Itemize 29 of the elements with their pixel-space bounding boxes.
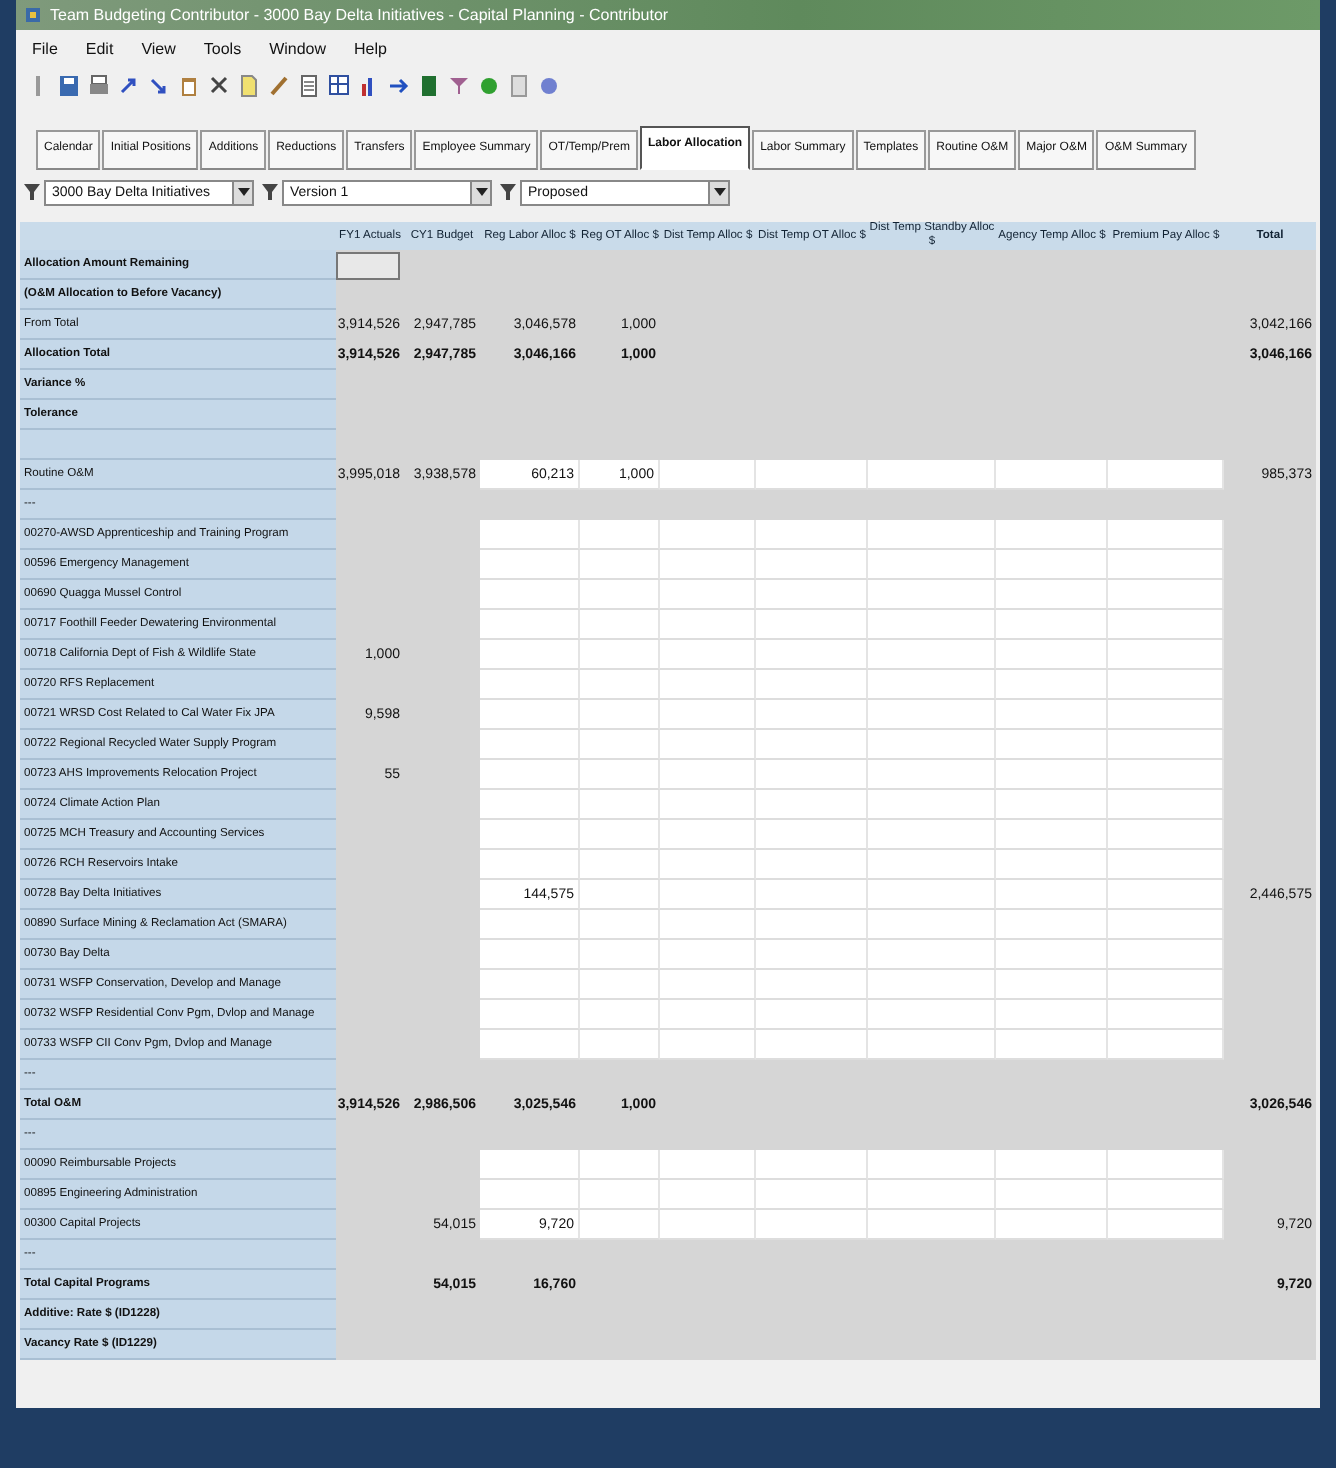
arrow-icon[interactable] xyxy=(388,74,410,98)
menu-item[interactable]: File xyxy=(32,39,58,57)
clipboard-icon[interactable] xyxy=(178,74,200,98)
cross-icon[interactable] xyxy=(208,74,230,98)
caret-icon[interactable] xyxy=(713,188,725,196)
printer-icon[interactable] xyxy=(88,74,110,98)
grid-icon[interactable] xyxy=(328,74,350,98)
menu-item[interactable]: Window xyxy=(269,39,327,57)
app-icon[interactable] xyxy=(24,6,42,24)
page-icon[interactable] xyxy=(508,74,530,98)
caret-icon[interactable] xyxy=(237,188,249,196)
filter-icon[interactable] xyxy=(448,74,470,98)
menu-item[interactable]: Tools xyxy=(203,39,242,57)
menu-item[interactable]: Help xyxy=(354,39,387,57)
book-icon[interactable] xyxy=(418,74,440,98)
help-icon[interactable] xyxy=(538,74,560,98)
menu-item[interactable]: Edit xyxy=(85,39,114,57)
filter-icon[interactable] xyxy=(24,182,40,202)
arrow-icon[interactable] xyxy=(118,74,140,98)
window-title: Team Budgeting Contributor - 3000 Bay Delta Initiatives - Capital Planning - Contributor xyxy=(50,6,669,24)
circle-icon[interactable] xyxy=(478,74,500,98)
filter-icon[interactable] xyxy=(262,182,278,202)
pencil-icon[interactable] xyxy=(268,74,290,98)
filter-icon[interactable] xyxy=(500,182,516,202)
arrow-icon[interactable] xyxy=(148,74,170,98)
caret-icon[interactable] xyxy=(475,188,487,196)
sheet-icon[interactable] xyxy=(298,74,320,98)
input-cell[interactable] xyxy=(336,252,400,280)
menu-item[interactable]: View xyxy=(141,39,176,57)
